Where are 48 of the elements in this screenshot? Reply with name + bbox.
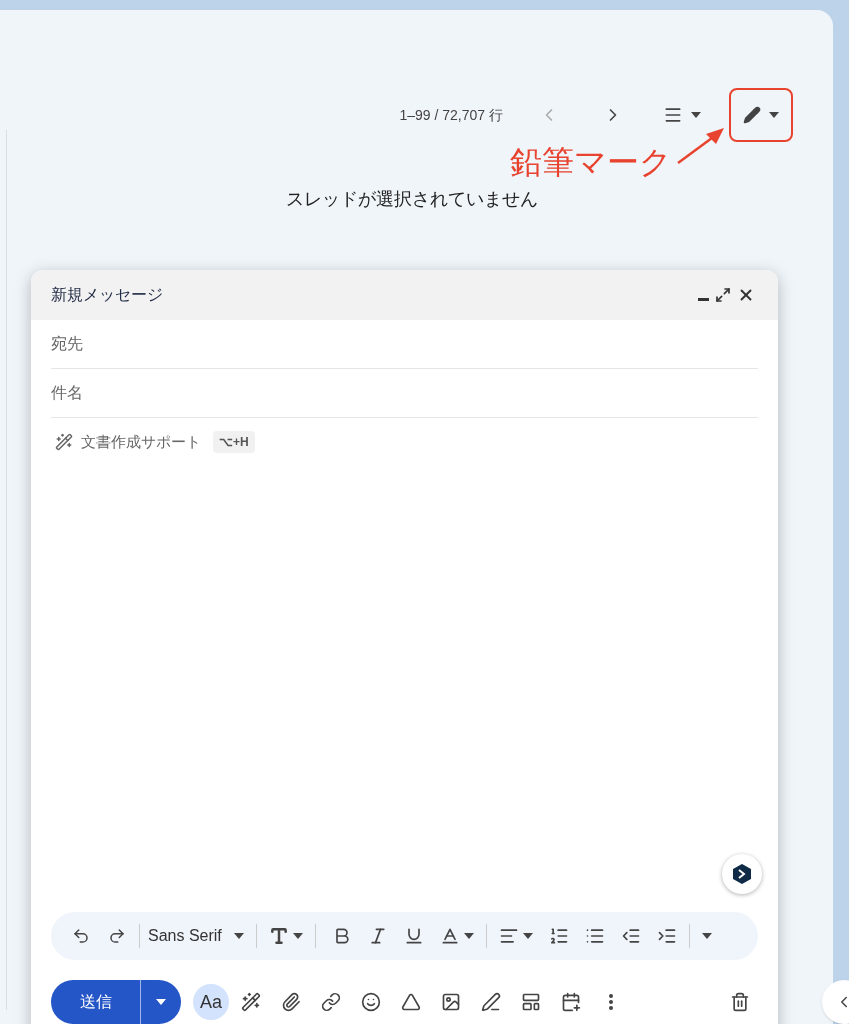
pencil-icon — [743, 106, 761, 124]
text-size-icon — [268, 926, 289, 946]
indent-more-icon — [656, 926, 677, 946]
undo-icon — [72, 927, 90, 945]
formatting-toggle-button[interactable]: Aa — [193, 984, 229, 1020]
send-button[interactable]: 送信 — [51, 980, 141, 1024]
magic-pen-icon — [241, 992, 261, 1012]
paperclip-icon — [281, 992, 301, 1012]
more-icon — [609, 994, 613, 1010]
magic-pen-icon — [55, 433, 73, 452]
pen-icon — [481, 992, 501, 1012]
lines-icon — [663, 105, 683, 125]
calendar-icon — [561, 992, 581, 1012]
annotation-label: 鉛筆マーク — [510, 146, 672, 178]
writing-assist-link[interactable]: 文書作成サポート — [81, 431, 201, 454]
compose-title: 新規メッセージ — [51, 285, 164, 305]
layout-icon — [521, 992, 541, 1012]
image-icon — [441, 992, 461, 1012]
shortcut-hint: ⌥+H — [213, 431, 255, 454]
hexagon-assistant-button[interactable] — [722, 854, 762, 894]
align-left-icon — [498, 926, 519, 946]
trash-icon — [730, 992, 750, 1012]
expand-icon — [715, 287, 731, 303]
compose-field[interactable]: 宛先 — [51, 320, 758, 369]
caret-icon — [769, 112, 779, 118]
caret-icon — [463, 933, 474, 939]
caret-icon — [701, 933, 712, 939]
annotation-arrow — [676, 126, 726, 166]
link-icon — [321, 992, 341, 1012]
caret-icon — [233, 933, 244, 939]
triangle-icon — [401, 992, 421, 1012]
compose-field[interactable]: 件名 — [51, 369, 758, 418]
numbered-list-icon — [548, 926, 569, 946]
font-dropdown[interactable]: Sans Serif — [144, 924, 248, 948]
redo-icon — [108, 927, 126, 945]
caret-icon — [292, 933, 303, 939]
caret-icon — [522, 933, 533, 939]
empty-message: スレッドが選択されていません — [285, 188, 538, 211]
pagination-text: 1–99 / 72,707 行 — [399, 105, 503, 125]
bulleted-list-icon — [584, 926, 605, 946]
caret-icon — [156, 999, 166, 1005]
indent-less-icon — [620, 926, 641, 946]
send-options-button[interactable] — [141, 980, 181, 1024]
smiley-icon — [361, 992, 381, 1012]
caret-icon — [691, 112, 701, 118]
compose-menu-button[interactable] — [729, 88, 793, 142]
hexagon-icon — [732, 863, 752, 885]
minimize-icon — [698, 297, 709, 301]
